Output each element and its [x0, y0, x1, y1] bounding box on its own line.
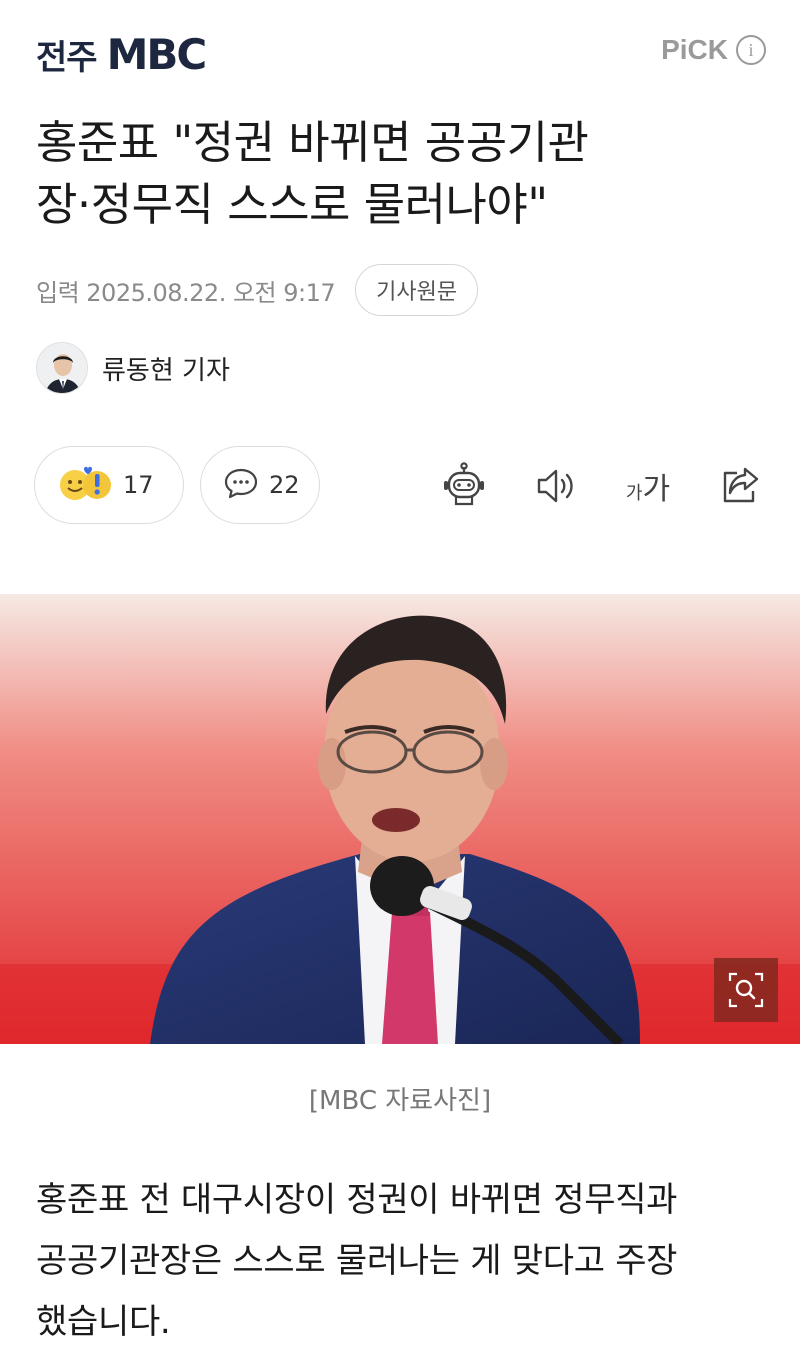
comment-button[interactable]: 22 — [200, 446, 320, 524]
photo-caption: [MBC 자료사진] — [308, 1086, 492, 1116]
smiley-reaction-icon — [57, 463, 113, 507]
author-byline[interactable]: 류동현 기자 — [36, 342, 230, 394]
body-line-3: 했습니다. — [36, 1302, 171, 1342]
headline-line-1: 홍준표 "정권 바뀌면 공공기관 — [36, 116, 589, 169]
info-icon[interactable]: i — [736, 35, 766, 65]
mbc-logo: MBC — [106, 29, 208, 79]
original-article-button[interactable]: 기사원문 — [355, 264, 479, 316]
font-size-label: 가가 — [626, 464, 670, 508]
speech-bubble-icon — [223, 465, 259, 505]
speaker-icon[interactable] — [530, 460, 582, 512]
publish-date: 입력 2025.08.22. 오전 9:17 — [36, 278, 336, 307]
speaker-at-podium-image — [0, 594, 800, 1044]
reaction-button[interactable]: 17 — [34, 446, 184, 524]
article-photo[interactable] — [0, 594, 800, 1044]
font-size-text: 가가 — [625, 472, 671, 507]
action-bar: 17 22 가가 — [34, 446, 774, 524]
body-line-1: 홍준표 전 대구시장이 정권이 바뀌면 정무직과 — [36, 1180, 678, 1220]
font-size-icon[interactable]: 가가 — [616, 460, 680, 512]
headline-line-2: 장·정무직 스스로 물러나야" — [36, 178, 548, 231]
author-avatar — [36, 342, 88, 394]
brand-local-name: 전주 — [36, 38, 98, 78]
pick-label: PiCK — [661, 34, 728, 65]
author-name: 류동현 기자 — [102, 355, 230, 386]
comment-count: 22 — [269, 471, 300, 499]
share-icon[interactable] — [714, 460, 766, 512]
brand-logo[interactable]: 전주 MBC — [36, 29, 208, 79]
zoom-icon — [728, 972, 764, 1008]
top-header: 전주 MBC PiCK i — [0, 0, 800, 100]
article-meta: 입력 2025.08.22. 오전 9:17 기사원문 — [36, 264, 479, 316]
article-body: 홍준표 전 대구시장이 정권이 바뀌면 정무직과 공공기관장은 스스로 물러나는… — [36, 1170, 766, 1353]
zoom-button[interactable] — [714, 958, 778, 1022]
pick-badge[interactable]: PiCK i — [661, 34, 766, 66]
article-headline: 홍준표 "정권 바뀌면 공공기관 장·정무직 스스로 물러나야" — [36, 112, 766, 236]
robot-icon[interactable] — [438, 460, 490, 512]
reaction-count: 17 — [123, 471, 154, 499]
body-line-2: 공공기관장은 스스로 물러나는 게 맞다고 주장 — [36, 1241, 678, 1281]
